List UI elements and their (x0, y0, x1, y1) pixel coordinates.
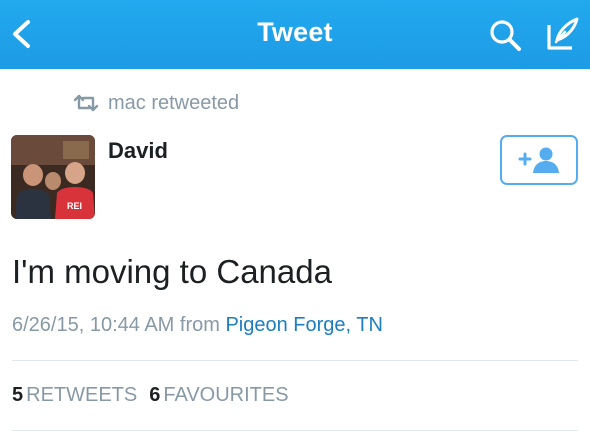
divider (12, 360, 578, 361)
tweet-location[interactable]: Pigeon Forge, TN (225, 314, 383, 336)
from-label: from (179, 314, 220, 336)
avatar[interactable]: REI (11, 135, 95, 219)
tweet-stats: 5 RETWEETS 6 FAVOURITES (12, 384, 301, 407)
search-icon (490, 20, 521, 51)
back-button[interactable] (4, 14, 40, 54)
compose-icon (547, 17, 579, 50)
retweet-attribution[interactable]: mac retweeted (72, 90, 239, 116)
retweets-label: RETWEETS (26, 384, 138, 406)
retweet-label: mac retweeted (108, 91, 240, 114)
follow-button[interactable] (500, 135, 578, 185)
author-name[interactable]: David (108, 138, 168, 164)
search-button[interactable] (487, 17, 523, 53)
favourites-count: 6 (149, 384, 161, 406)
avatar-photo: REI (11, 135, 95, 219)
navbar: Tweet (0, 0, 590, 69)
favourites-label: FAVOURITES (163, 384, 289, 406)
compose-button[interactable] (543, 15, 581, 53)
add-user-icon (518, 147, 559, 173)
retweets-count: 5 (12, 384, 24, 406)
retweets-stat[interactable]: 5 RETWEETS (12, 384, 137, 407)
tweet-timestamp[interactable]: 6/26/15, 10:44 AM (12, 314, 174, 336)
divider (12, 430, 578, 431)
svg-text:REI: REI (67, 201, 82, 211)
tweet-text: I'm moving to Canada (12, 253, 332, 290)
chevron-left-icon (13, 20, 30, 48)
retweet-icon (73, 94, 99, 112)
favourites-stat[interactable]: 6 FAVOURITES (149, 384, 288, 407)
tweet-meta: 6/26/15, 10:44 AM from Pigeon Forge, TN (12, 314, 383, 337)
